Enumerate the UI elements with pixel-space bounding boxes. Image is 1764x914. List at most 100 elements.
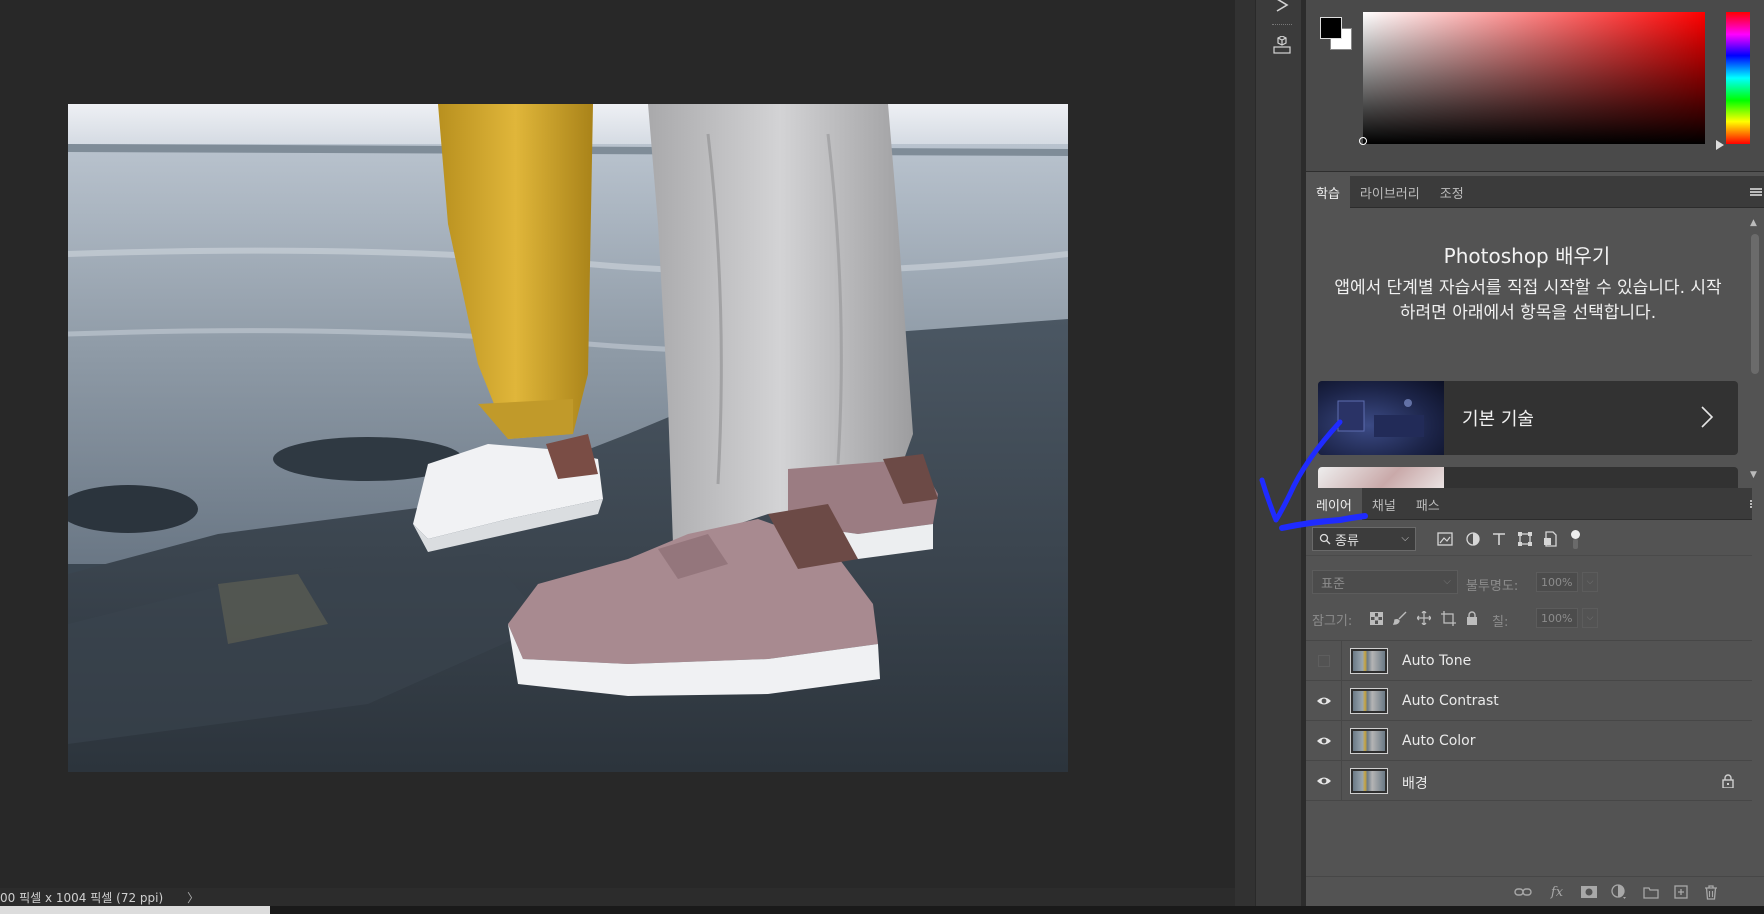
blend-mode-label: 표준	[1321, 576, 1345, 592]
eye-icon	[1316, 737, 1331, 745]
tutorial-thumbnail-2	[1318, 467, 1444, 488]
tab-adjustments[interactable]: 조정	[1430, 176, 1474, 208]
chevron-down-icon: ⌵	[1401, 533, 1409, 544]
lock-artboard-icon[interactable]	[1440, 610, 1456, 626]
hue-slider-handle[interactable]	[1716, 140, 1724, 150]
layer-visibility-toggle[interactable]	[1306, 641, 1342, 681]
tab-channels[interactable]: 채널	[1362, 488, 1406, 520]
type-filter-icon[interactable]	[1490, 530, 1508, 548]
new-layer-icon[interactable]	[1672, 883, 1690, 901]
learn-description: 앱에서 단계별 자습서를 직접 시작할 수 있습니다. 시작하려면 아래에서 항…	[1334, 278, 1722, 323]
layer-name[interactable]: Auto Contrast	[1402, 693, 1499, 709]
mask-icon[interactable]	[1580, 883, 1598, 901]
layer-visibility-toggle[interactable]	[1306, 721, 1342, 761]
layer-row-auto-color[interactable]: Auto Color	[1306, 721, 1752, 761]
blend-row: 표준 ⌵ 불투명도: 100% ⌵	[1306, 568, 1764, 596]
tutorial-card-next[interactable]	[1318, 467, 1738, 488]
scroll-down-icon[interactable]: ▼	[1750, 470, 1757, 480]
layer-row-auto-tone[interactable]: Auto Tone	[1306, 641, 1752, 681]
link-layers-icon[interactable]	[1514, 883, 1532, 901]
learn-panel-body: Photoshop 배우기 앱에서 단계별 자습서를 직접 시작할 수 있습니다…	[1306, 208, 1764, 488]
learn-panel-scrollbar[interactable]: ▲ ▼	[1748, 218, 1760, 480]
delete-icon[interactable]	[1702, 883, 1720, 901]
lock-position-icon[interactable]	[1416, 610, 1432, 626]
color-panel	[1306, 0, 1764, 172]
opacity-label: 불투명도:	[1466, 579, 1519, 594]
layer-thumbnail	[1350, 728, 1388, 754]
toggle-knob	[1571, 530, 1580, 539]
layer-name[interactable]: Auto Color	[1402, 733, 1476, 749]
lock-label: 잠그기:	[1312, 614, 1353, 629]
eye-icon	[1316, 697, 1331, 705]
layer-name[interactable]: Auto Tone	[1402, 653, 1471, 669]
taskbar-highlight	[0, 906, 270, 914]
document-size-text: 00 픽셀 x 1004 픽셀 (72 ppi)	[0, 890, 164, 905]
adjustment-filter-icon[interactable]	[1464, 530, 1482, 548]
layer-row-auto-contrast[interactable]: Auto Contrast	[1306, 681, 1752, 721]
layer-list: Auto Tone Auto Contrast Auto Color 배경	[1306, 640, 1752, 801]
right-panels: 학습 라이브러리 조정 Photoshop 배우기 앱에서 단계별 자습서를 직…	[1306, 0, 1764, 906]
photoshop-window: 00 픽셀 x 1004 픽셀 (72 ppi) 〉 학습 라이브러리 조정 P…	[0, 0, 1764, 914]
status-expand-arrow[interactable]: 〉	[187, 889, 199, 906]
tutorial-card-basic-skills[interactable]: 기본 기술	[1318, 381, 1738, 455]
chevron-right-icon	[1692, 403, 1720, 431]
3d-cube-icon[interactable]	[1270, 34, 1294, 56]
fx-icon[interactable]: fx	[1548, 883, 1566, 901]
opacity-input[interactable]: 100%	[1536, 572, 1578, 592]
tutorial-label: 기본 기술	[1462, 409, 1534, 430]
eye-icon	[1316, 777, 1331, 785]
visibility-off-box	[1317, 655, 1330, 667]
layer-filter-bar: 종류 ⌵	[1306, 520, 1764, 556]
tab-libraries[interactable]: 라이브러리	[1350, 176, 1430, 208]
tab-layers[interactable]: 레이어	[1306, 488, 1362, 520]
shape-filter-icon[interactable]	[1516, 530, 1534, 548]
taskbar-strip	[0, 906, 1764, 914]
arrow-tool-icon[interactable]	[1270, 0, 1294, 16]
toggle-track	[1573, 539, 1578, 549]
fill-dropdown-icon[interactable]: ⌵	[1582, 608, 1598, 628]
layers-footer: fx	[1306, 876, 1764, 906]
smart-object-filter-icon[interactable]	[1542, 530, 1560, 548]
blend-mode-select[interactable]: 표준 ⌵	[1312, 570, 1458, 594]
kind-filter-label: 종류	[1335, 533, 1359, 549]
layers-panel-tabs: 레이어 채널 패스	[1306, 488, 1764, 520]
search-icon	[1319, 533, 1331, 545]
learn-title: Photoshop 배우기	[1443, 244, 1611, 268]
lock-image-pixels-icon[interactable]	[1392, 610, 1408, 626]
image-filter-icon[interactable]	[1436, 530, 1454, 548]
layers-panel-scrollbar[interactable]	[1752, 488, 1764, 906]
layer-visibility-toggle[interactable]	[1306, 681, 1342, 721]
color-saturation-field[interactable]	[1363, 12, 1705, 144]
panel-menu-icon[interactable]	[1750, 188, 1762, 196]
canvas-scrollbar[interactable]	[1235, 0, 1255, 906]
tab-paths[interactable]: 패스	[1406, 488, 1450, 520]
layer-thumbnail	[1350, 688, 1388, 714]
chevron-down-icon: ⌵	[1443, 576, 1451, 587]
scroll-thumb[interactable]	[1751, 234, 1759, 374]
layer-visibility-toggle[interactable]	[1306, 761, 1342, 801]
document-canvas[interactable]	[0, 0, 1235, 888]
opacity-dropdown-icon[interactable]: ⌵	[1582, 572, 1598, 592]
kind-filter-select[interactable]: 종류 ⌵	[1312, 527, 1416, 551]
scroll-up-icon[interactable]: ▲	[1750, 218, 1757, 228]
layer-name[interactable]: 배경	[1402, 773, 1428, 793]
color-picker-marker[interactable]	[1359, 137, 1367, 145]
adjustment-layer-icon[interactable]	[1610, 883, 1628, 901]
lock-all-icon[interactable]	[1464, 610, 1480, 626]
lock-transparent-pixels-icon[interactable]	[1368, 610, 1384, 626]
learn-panel-tabs: 학습 라이브러리 조정	[1306, 176, 1764, 208]
group-icon[interactable]	[1642, 883, 1660, 901]
hue-slider[interactable]	[1726, 12, 1750, 144]
layer-thumbnail	[1350, 768, 1388, 794]
fill-input[interactable]: 100%	[1536, 608, 1578, 628]
panel-dock	[1255, 0, 1306, 906]
layer-row-background[interactable]: 배경	[1306, 761, 1752, 801]
tutorial-thumbnail	[1318, 381, 1444, 455]
photo-sneakers-on-rock	[68, 104, 1068, 772]
filter-toggle[interactable]	[1570, 530, 1580, 550]
tab-learn[interactable]: 학습	[1306, 176, 1350, 208]
layer-thumbnail	[1350, 648, 1388, 674]
lock-icon[interactable]	[1722, 773, 1736, 789]
document-image[interactable]	[68, 104, 1068, 772]
foreground-color-swatch[interactable]	[1320, 17, 1342, 39]
